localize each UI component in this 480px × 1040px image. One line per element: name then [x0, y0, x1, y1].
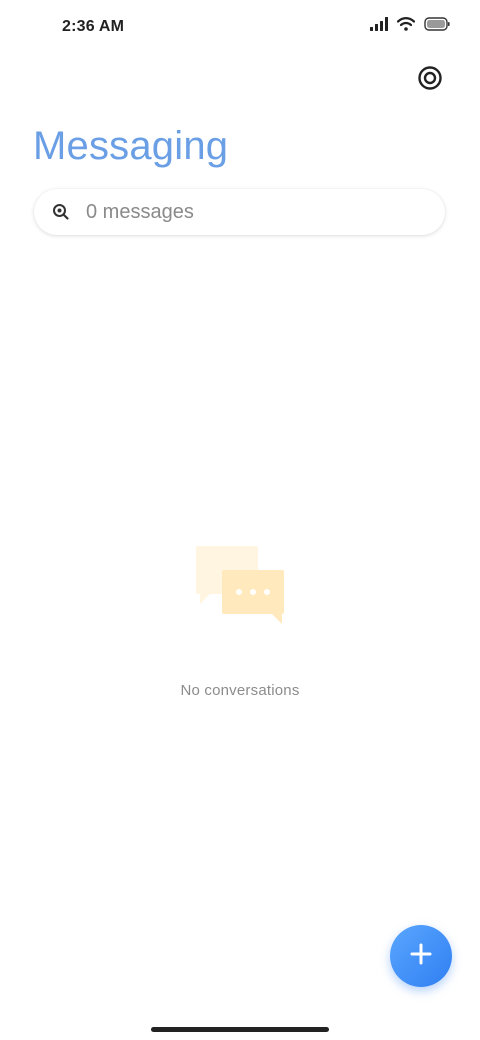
- battery-icon: [424, 17, 450, 31]
- status-time: 2:36 AM: [62, 18, 125, 35]
- search-bar[interactable]: [34, 189, 445, 235]
- search-icon: [52, 203, 70, 221]
- chat-bubbles-icon: [196, 546, 286, 626]
- messaging-screen: 2:36 AM Messaging 0 messages No conversa…: [0, 0, 480, 1040]
- status-bar: 2:36 AM: [0, 0, 480, 56]
- new-conversation-button[interactable]: [390, 925, 452, 987]
- home-indicator[interactable]: [151, 1027, 329, 1032]
- plus-icon: [410, 943, 432, 970]
- status-icons: [370, 17, 450, 31]
- signal-icon: [370, 17, 388, 31]
- page-title: Messaging: [33, 124, 229, 168]
- settings-button[interactable]: [412, 62, 448, 98]
- search-input[interactable]: [86, 189, 426, 235]
- settings-icon: [417, 65, 443, 96]
- wifi-icon: [397, 17, 415, 31]
- empty-state-text: No conversations: [180, 682, 300, 699]
